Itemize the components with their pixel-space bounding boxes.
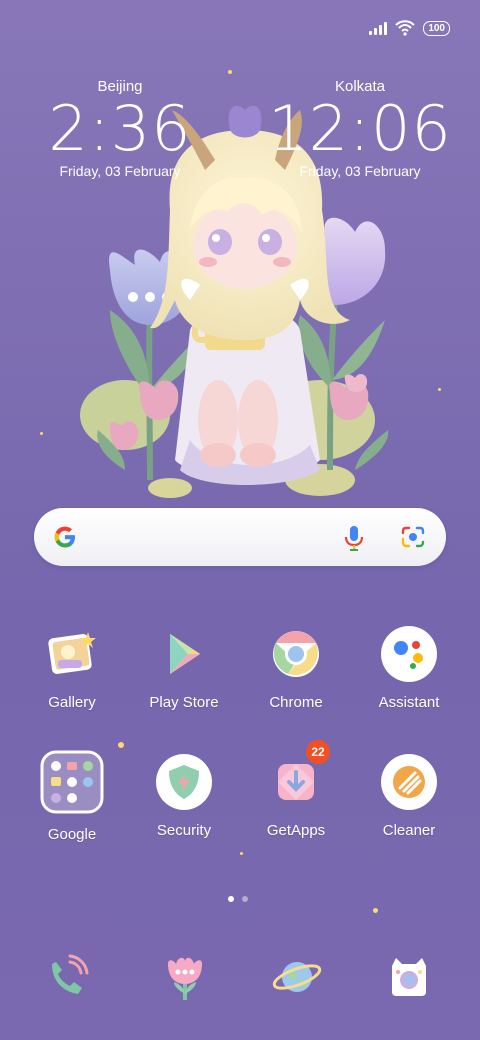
clock-time: 2:36 [48, 92, 192, 165]
security-icon [156, 754, 212, 810]
notification-badge: 22 [306, 740, 330, 764]
dock [0, 948, 480, 1008]
planet-icon[interactable] [270, 950, 324, 1004]
chrome-icon [268, 626, 324, 682]
clock-widget-beijing[interactable]: Beijing 2:36 Friday, 03 February [20, 78, 220, 179]
wifi-icon [395, 20, 416, 36]
app-label: GetApps [266, 822, 326, 839]
app-play-store[interactable]: Play Store [129, 626, 239, 711]
page-dot-active [228, 896, 234, 902]
cleaner-icon [381, 754, 437, 810]
camera-cat-icon[interactable] [384, 952, 434, 1002]
sparkle-decoration [438, 388, 441, 391]
clock-widget-kolkata[interactable]: Kolkata 12:06 Friday, 03 February [260, 78, 460, 179]
app-label: Gallery [48, 694, 96, 711]
google-search-bar[interactable] [34, 508, 446, 566]
battery-indicator: 100 [423, 20, 450, 36]
app-label: Security [156, 822, 212, 839]
play-store-icon [156, 626, 212, 682]
signal-icon [369, 21, 388, 35]
clock-time: 12:06 [268, 92, 452, 165]
app-getapps[interactable]: 22 GetApps [241, 740, 351, 839]
app-chrome[interactable]: Chrome [241, 626, 351, 711]
gallery-icon [44, 626, 100, 682]
sparkle-decoration [118, 742, 124, 748]
app-label: Assistant [378, 694, 440, 711]
app-cleaner[interactable]: Cleaner [354, 754, 464, 839]
getapps-icon: 22 [268, 740, 330, 810]
app-gallery[interactable]: Gallery [17, 626, 127, 711]
clock-date: Friday, 03 February [59, 163, 181, 179]
sparkle-decoration [240, 852, 243, 855]
folder-icon [40, 750, 104, 814]
clock-date: Friday, 03 February [299, 163, 421, 179]
app-label: Cleaner [382, 822, 436, 839]
app-label: Chrome [269, 694, 323, 711]
assistant-icon [381, 626, 437, 682]
app-google-folder[interactable]: Google [17, 750, 127, 843]
mic-icon[interactable] [342, 524, 366, 552]
tulip-icon[interactable] [158, 950, 212, 1004]
app-assistant[interactable]: Assistant [354, 626, 464, 711]
app-label: Play Store [149, 694, 219, 711]
app-label: Google [47, 826, 97, 843]
page-dot [242, 896, 248, 902]
lens-icon[interactable] [400, 525, 426, 549]
google-g-icon [54, 526, 75, 548]
status-bar: 100 [369, 18, 450, 38]
app-security[interactable]: Security [129, 754, 239, 839]
sparkle-decoration [373, 908, 378, 913]
phone-icon[interactable] [42, 952, 92, 1002]
sparkle-decoration [228, 70, 232, 74]
page-indicator[interactable] [228, 896, 248, 902]
sparkle-decoration [40, 432, 43, 435]
